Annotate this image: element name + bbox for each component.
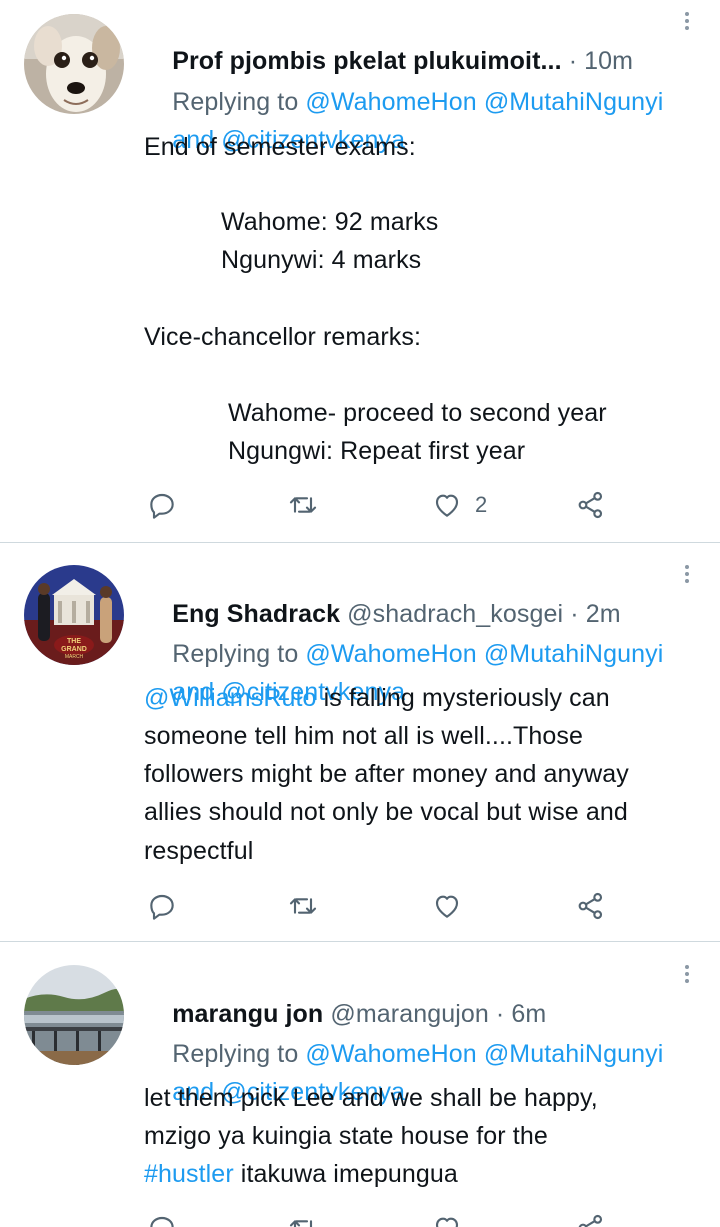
body-line: mzigo ya kuingia state house for the xyxy=(144,1122,548,1150)
retweet-icon xyxy=(289,1220,313,1227)
share-icon xyxy=(578,1214,603,1227)
reply-icon xyxy=(150,493,174,519)
reply-button[interactable] xyxy=(146,1208,178,1227)
svg-text:GRAND: GRAND xyxy=(61,646,87,653)
reply-icon xyxy=(150,1216,174,1227)
body-text: is falling mysteriously can xyxy=(316,684,610,712)
body-line: Ngungwi: Repeat first year xyxy=(228,437,526,465)
tweet[interactable]: marangu jon @marangujon · 6m Replying to… xyxy=(0,942,720,1227)
body-line: Wahome: 92 marks xyxy=(221,208,439,236)
avatar[interactable] xyxy=(24,965,124,1065)
retweet-button[interactable] xyxy=(287,1208,319,1227)
like-button[interactable] xyxy=(431,886,463,926)
share-button[interactable] xyxy=(575,1208,607,1227)
body-line: @WilliamsRuto is falling mysteriously ca… xyxy=(144,679,610,717)
tweet[interactable]: Prof pjombis pkelat plukuimoit... · 10m … xyxy=(0,0,720,543)
body-line: Vice-chancellor remarks: xyxy=(144,323,422,351)
landscape-avatar-image xyxy=(24,965,124,1065)
share-button[interactable] xyxy=(575,485,607,525)
retweet-icon xyxy=(289,898,317,914)
body-line: followers might be after money and anywa… xyxy=(144,760,629,788)
like-button[interactable] xyxy=(431,1208,463,1227)
heart-icon xyxy=(435,494,459,517)
body-line: someone tell him not all is well....Thos… xyxy=(144,722,584,750)
body-line: Ngunywi: 4 marks xyxy=(221,246,422,274)
reply-button[interactable] xyxy=(146,485,178,525)
svg-text:THE: THE xyxy=(67,638,81,645)
reply-icon xyxy=(150,894,174,920)
body-line: respectful xyxy=(144,837,254,865)
dog-avatar-image xyxy=(24,14,124,114)
body-line: End of semester exams: xyxy=(144,133,416,161)
heart-icon xyxy=(435,895,459,918)
like-button[interactable]: 2 xyxy=(431,485,487,525)
heart-icon xyxy=(435,1217,459,1227)
more-options-icon[interactable] xyxy=(682,9,692,39)
grand-march-avatar-image: THE GRAND MARCH xyxy=(24,565,124,665)
share-button[interactable] xyxy=(575,886,607,926)
tweet[interactable]: THE GRAND MARCH Eng Shadrack @shadrach_k… xyxy=(0,543,720,943)
more-options-icon[interactable] xyxy=(682,962,692,992)
body-line: Wahome- proceed to second year xyxy=(228,399,607,427)
body-line: #hustler itakuwa imepungua xyxy=(144,1155,458,1193)
svg-text:MARCH: MARCH xyxy=(65,654,84,660)
body-text: itakuwa imepungua xyxy=(233,1160,458,1188)
more-options-icon[interactable] xyxy=(682,562,692,592)
retweet-button[interactable] xyxy=(287,485,319,525)
avatar[interactable] xyxy=(24,14,124,114)
share-icon xyxy=(578,892,603,920)
retweet-button[interactable] xyxy=(287,886,319,926)
share-icon xyxy=(578,491,603,519)
body-hashtag[interactable]: #hustler xyxy=(144,1160,234,1188)
body-line: allies should not only be vocal but wise… xyxy=(144,798,628,826)
body-mention[interactable]: @WilliamsRuto xyxy=(144,684,317,712)
like-count: 2 xyxy=(475,492,488,517)
retweet-icon xyxy=(289,497,317,513)
reply-button[interactable] xyxy=(146,886,178,926)
avatar[interactable]: THE GRAND MARCH xyxy=(24,565,124,665)
body-line: let them pick Lee and we shall be happy, xyxy=(144,1084,598,1112)
